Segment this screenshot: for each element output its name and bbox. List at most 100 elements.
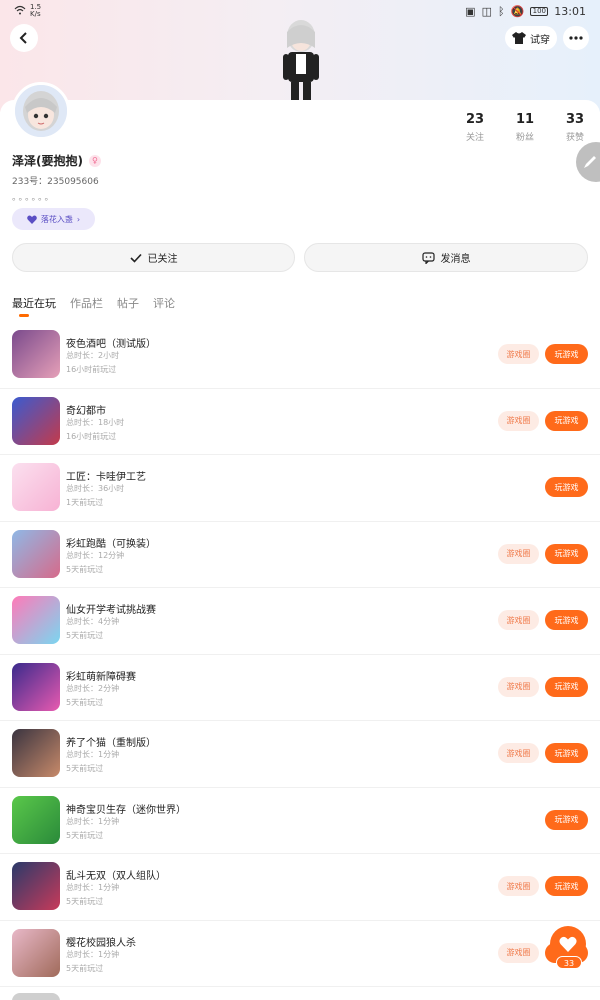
game-title: 养了个猫（重制版） [66, 738, 156, 749]
battery-icon: 100 [530, 6, 549, 16]
heart-icon [27, 214, 37, 224]
followed-label: 已关注 [147, 254, 178, 265]
status-bar: 1.5 K/s ▣ ◫ ᛒ 🔕 100 13:01 [0, 0, 600, 22]
stat-fans-label: 粉丝 [515, 133, 534, 143]
game-icon[interactable] [12, 463, 60, 511]
chevron-right-icon: › [76, 214, 81, 224]
game-last-played: 16小时前玩过 [66, 431, 117, 441]
game-last-played: 5天前玩过 [66, 963, 104, 973]
game-circle-button[interactable]: 游戏圈 [498, 410, 539, 431]
more-options-button[interactable] [563, 26, 589, 50]
game-circle-button[interactable]: 游戏圈 [498, 876, 539, 896]
game-row[interactable]: 神奇宝贝生存（迷你世界） 总时长：1分钟 5天前玩过 玩游戏 [0, 788, 600, 854]
game-title: 彩虹萌新障碍赛 [66, 671, 136, 683]
stat-fans-count: 11 [515, 112, 535, 127]
stat-likes[interactable]: 33 获赞 [550, 112, 600, 143]
play-game-button[interactable]: 玩游戏 [545, 876, 588, 896]
stat-following-label: 关注 [465, 133, 484, 143]
try-on-label: 试穿 [530, 34, 550, 46]
game-icon[interactable] [12, 529, 60, 578]
game-title: 工匠：卡哇伊工艺 [66, 472, 146, 483]
tab-comments[interactable]: 评论 [153, 295, 175, 311]
tab-recent-play[interactable]: 最近在玩 [12, 295, 56, 311]
clock: 13:01 [554, 4, 586, 18]
play-game-button[interactable]: 玩游戏 [545, 610, 588, 630]
user-bio: 。。。。。。 [12, 193, 56, 203]
game-total-duration: 总时长：36小时 [66, 484, 125, 493]
game-row[interactable]: 工匠：卡哇伊工艺 总时长：36小时 1天前玩过 玩游戏 [0, 455, 600, 522]
game-last-played: 5天前玩过 [66, 764, 104, 773]
play-game-button[interactable]: 玩游戏 [545, 410, 588, 431]
game-row[interactable]: 仙女开学考试挑战赛 总时长：4分钟 5天前玩过 游戏圈 玩游戏 [0, 588, 600, 655]
game-title: 樱花校园狼人杀 [66, 937, 136, 949]
game-circle-button[interactable]: 游戏圈 [498, 942, 539, 963]
checkmark-icon [129, 253, 142, 263]
game-circle-button[interactable]: 游戏圈 [498, 610, 539, 630]
game-last-played: 5天前玩过 [66, 897, 104, 906]
game-row[interactable]: 樱花校园狼人杀总时长：1分钟5天前玩过游戏圈玩游戏 [0, 921, 600, 987]
next-game-icon-peek [12, 993, 60, 1000]
wifi-icon [14, 5, 26, 18]
game-last-played: 5天前玩过 [66, 564, 104, 574]
game-row[interactable]: 奇幻都市 总时长：18小时 16小时前玩过 游戏圈 玩游戏 [0, 389, 600, 455]
followed-button[interactable]: 已关注 [12, 243, 295, 272]
game-row[interactable]: 夜色酒吧（测试版） 总时长：2小时 16小时前玩过 游戏圈 玩游戏 [0, 322, 600, 389]
game-icon[interactable] [12, 862, 60, 910]
mute-icon: 🔕 [510, 4, 525, 18]
game-title: 乱斗无双（双人组队） [66, 871, 166, 882]
username-row: 泽泽(要抱抱) ♀ [12, 152, 101, 169]
play-game-button[interactable]: 玩游戏 [545, 809, 588, 830]
play-game-button[interactable]: 玩游戏 [545, 543, 588, 564]
try-on-button[interactable]: 试穿 [505, 26, 557, 50]
game-total-duration: 总时长：1分钟 [66, 883, 120, 892]
network-speed-unit: K/s [30, 10, 41, 18]
game-icon[interactable] [12, 330, 60, 378]
game-icon[interactable] [12, 795, 60, 844]
recent-games-list: 夜色酒吧（测试版） 总时长：2小时 16小时前玩过 游戏圈 玩游戏 奇幻都市 总时长：18小… [0, 322, 600, 987]
user-tag-label: 落花入盏 [40, 214, 73, 224]
tab-works[interactable]: 作品栏 [70, 295, 103, 311]
game-title: 奇幻都市 [66, 405, 106, 417]
pencil-icon [584, 156, 596, 168]
user-avatar[interactable] [12, 82, 70, 140]
user-tag-badge[interactable]: 落花入盏 › [12, 208, 95, 230]
stat-following-count: 23 [465, 112, 485, 127]
game-row[interactable]: 彩虹跑酷（可换装） 总时长：12分钟 5天前玩过 游戏圈 玩游戏 [0, 522, 600, 588]
network-speed: 1.5 K/s [30, 4, 41, 18]
game-icon[interactable] [12, 729, 60, 777]
gender-female-icon: ♀ [88, 154, 101, 167]
user-id: 233号：235095606 [12, 177, 99, 187]
game-circle-button[interactable]: 游戏圈 [498, 543, 539, 564]
play-game-button[interactable]: 玩游戏 [545, 477, 588, 497]
game-title: 夜色酒吧（测试版） [66, 339, 156, 350]
tshirt-icon [512, 32, 526, 44]
game-icon[interactable] [12, 396, 60, 445]
game-row[interactable]: 彩虹萌新障碍赛 总时长：2分钟 5天前玩过 游戏圈 玩游戏 [0, 655, 600, 721]
game-icon[interactable] [12, 662, 60, 711]
game-total-duration: 总时长：12分钟 [66, 550, 125, 560]
stat-following[interactable]: 23 关注 [450, 112, 500, 143]
like-count-badge: 33 [556, 956, 582, 969]
game-circle-button[interactable]: 游戏圈 [498, 344, 539, 364]
play-game-button[interactable]: 玩游戏 [545, 676, 588, 697]
send-message-button[interactable]: 发消息 [304, 243, 588, 272]
game-circle-button[interactable]: 游戏圈 [498, 676, 539, 697]
play-game-button[interactable]: 玩游戏 [545, 743, 588, 763]
dressup-avatar-figure [283, 20, 319, 102]
profile-tabs: 最近在玩 作品栏 帖子 评论 [12, 295, 175, 311]
game-row[interactable]: 乱斗无双（双人组队） 总时长：1分钟 5天前玩过 游戏圈 玩游戏 [0, 854, 600, 921]
game-last-played: 5天前玩过 [66, 830, 104, 840]
game-icon[interactable] [12, 596, 60, 644]
game-total-duration: 总时长：2小时 [66, 351, 120, 360]
game-title: 神奇宝贝生存（迷你世界） [66, 804, 186, 816]
game-row[interactable]: 养了个猫（重制版） 总时长：1分钟 5天前玩过 游戏圈 玩游戏 [0, 721, 600, 788]
chat-bubble-icon [421, 251, 435, 264]
play-game-button[interactable]: 玩游戏 [545, 344, 588, 364]
back-button[interactable] [10, 24, 38, 52]
game-circle-button[interactable]: 游戏圈 [498, 743, 539, 763]
stat-fans[interactable]: 11 粉丝 [500, 112, 550, 143]
game-icon[interactable] [12, 928, 60, 977]
bluetooth-icon: ᛒ [497, 4, 505, 18]
tab-posts[interactable]: 帖子 [117, 295, 139, 311]
vibrate-icon: ◫ [481, 4, 492, 18]
